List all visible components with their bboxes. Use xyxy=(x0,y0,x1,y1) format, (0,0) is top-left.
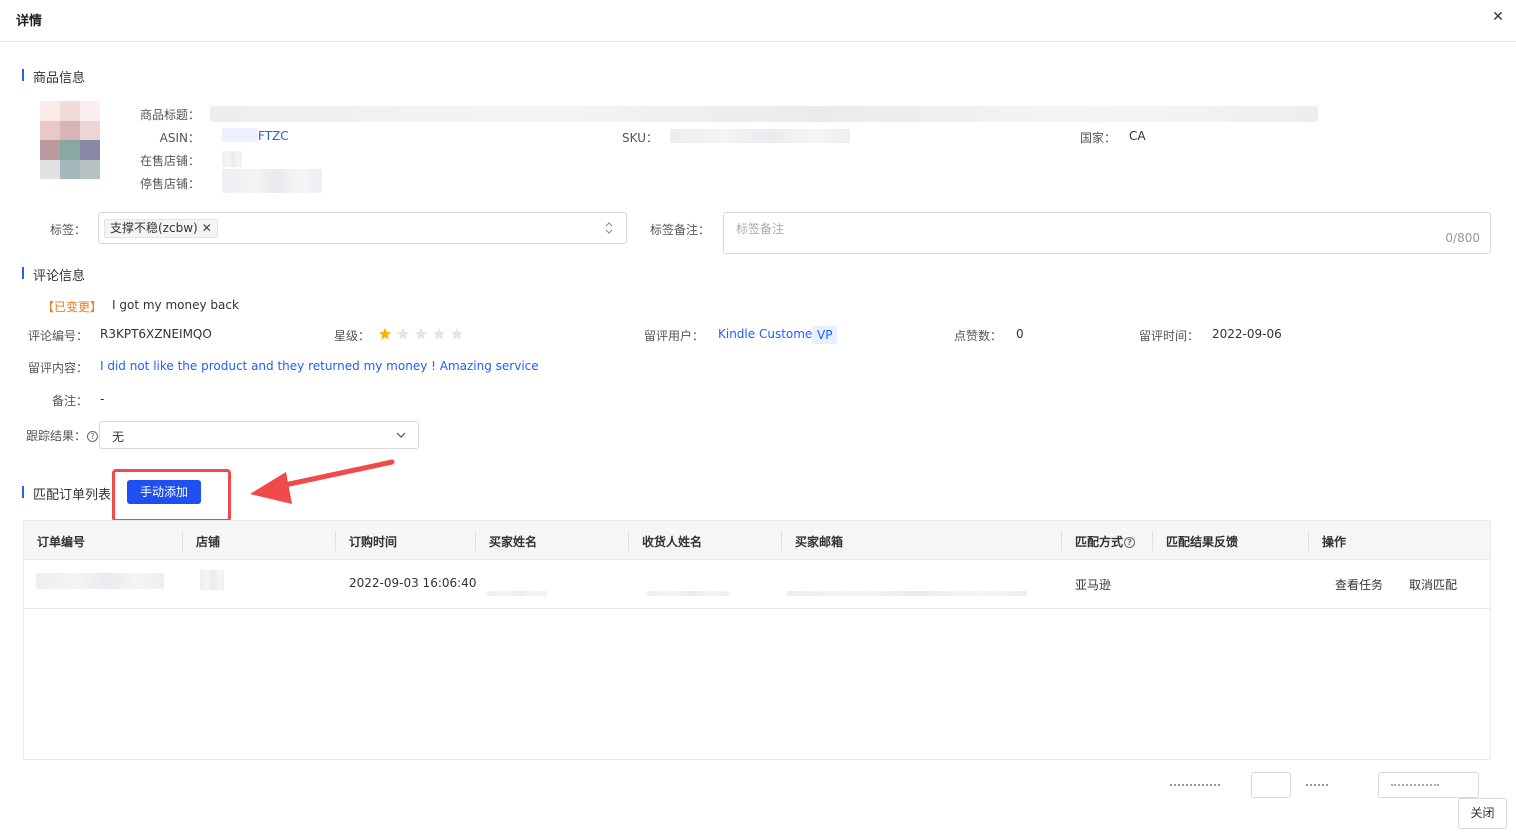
tag-remark-textarea[interactable]: 标签备注 0/800 xyxy=(723,212,1491,254)
match-method-value: 亚马逊 xyxy=(1075,578,1112,592)
likes-value: 0 xyxy=(1016,327,1024,341)
product-title-value xyxy=(210,106,1318,122)
likes-label: 点赞数： xyxy=(953,329,1002,343)
cancel-match-link[interactable]: 取消匹配 xyxy=(1409,576,1457,593)
review-content-label: 留评内容： xyxy=(27,361,88,375)
track-result-select[interactable]: 无 xyxy=(99,421,419,449)
dialog-header: 详情 ✕ xyxy=(0,0,1516,42)
pagination-current-page[interactable] xyxy=(1251,772,1291,798)
off-sale-stores-label: 停售店铺： xyxy=(139,177,200,191)
star-empty-icon xyxy=(397,328,409,340)
chevron-down-icon xyxy=(396,432,406,438)
dialog-title: 详情 xyxy=(16,14,43,29)
annotation-arrow-icon xyxy=(250,459,395,504)
tags-label: 标签： xyxy=(49,223,86,237)
page-size-select[interactable] xyxy=(1378,772,1479,798)
vp-badge: VP xyxy=(812,326,838,344)
col-order-id: 订单编号 xyxy=(37,535,86,549)
col-actions: 操作 xyxy=(1322,535,1347,549)
track-result-label: 跟踪结果：? xyxy=(16,427,98,444)
review-content-link[interactable]: I did not like the product and they retu… xyxy=(100,359,539,373)
star-empty-icon xyxy=(415,328,427,340)
product-title-label: 商品标题： xyxy=(139,108,200,122)
orders-section-title: 匹配订单列表 xyxy=(22,484,111,503)
review-time-value: 2022-09-06 xyxy=(1212,327,1282,341)
star-empty-icon xyxy=(451,328,463,340)
review-section-title: 评论信息 xyxy=(22,265,85,284)
pagination-total xyxy=(1170,772,1230,792)
rating-stars xyxy=(378,327,464,341)
col-buyer-name: 买家姓名 xyxy=(489,535,538,549)
sku-value xyxy=(670,129,850,143)
help-icon: ? xyxy=(87,431,98,442)
col-recipient-name: 收货人姓名 xyxy=(642,535,703,549)
note-value: - xyxy=(100,392,105,406)
product-section-title: 商品信息 xyxy=(22,67,85,86)
remove-tag-icon[interactable]: ✕ xyxy=(202,221,212,235)
col-match-method: 匹配方式? xyxy=(1075,533,1136,550)
help-icon: ? xyxy=(1124,537,1136,548)
review-id-value: R3KPT6XZNEIMQO xyxy=(100,327,212,341)
close-button[interactable]: 关闭 xyxy=(1458,798,1507,829)
col-match-feedback: 匹配结果反馈 xyxy=(1166,535,1239,549)
country-label: 国家： xyxy=(1079,131,1116,145)
col-store: 店铺 xyxy=(196,535,221,549)
order-time-value: 2022-09-03 16:06:40 xyxy=(349,576,477,590)
updown-icon xyxy=(605,222,613,234)
tag-remark-label: 标签备注： xyxy=(649,223,710,237)
close-icon[interactable]: ✕ xyxy=(1490,9,1506,25)
sku-label: SKU： xyxy=(622,131,658,145)
view-task-link[interactable]: 查看任务 xyxy=(1335,576,1383,593)
review-user-label: 留评用户： xyxy=(643,329,704,343)
asin-link[interactable]: FTZC xyxy=(258,129,289,143)
table-row: 2022-09-03 16:06:40 亚马逊 查看任务 取消匹配 xyxy=(24,560,1490,609)
orders-table: 订单编号 店铺 订购时间 买家姓名 收货人姓名 买家邮箱 匹配方式? 匹配结果反… xyxy=(23,520,1491,760)
star-empty-icon xyxy=(433,328,445,340)
review-headline: I got my money back xyxy=(112,298,239,312)
star-filled-icon xyxy=(379,328,391,340)
review-time-label: 留评时间： xyxy=(1138,329,1199,343)
col-buyer-email: 买家邮箱 xyxy=(795,535,844,549)
tags-select[interactable]: 支撑不稳(zcbw) ✕ xyxy=(98,212,627,244)
on-sale-stores-label: 在售店铺： xyxy=(139,154,200,168)
manual-add-button[interactable]: 手动添加 xyxy=(127,480,201,504)
note-label: 备注： xyxy=(51,394,88,408)
tag-chip: 支撑不稳(zcbw) ✕ xyxy=(104,219,218,238)
asin-label: ASIN： xyxy=(159,131,200,145)
country-value: CA xyxy=(1129,129,1146,143)
char-count: 0/800 xyxy=(1445,231,1480,245)
changed-badge: 【已变更】 xyxy=(42,300,103,314)
review-user-link[interactable]: Kindle Customer xyxy=(718,327,817,341)
review-id-label: 评论编号： xyxy=(27,329,88,343)
table-header: 订单编号 店铺 订购时间 买家姓名 收货人姓名 买家邮箱 匹配方式? 匹配结果反… xyxy=(24,521,1490,560)
col-order-time: 订购时间 xyxy=(349,535,398,549)
product-thumbnail xyxy=(40,101,100,179)
rating-label: 星级： xyxy=(333,329,370,343)
